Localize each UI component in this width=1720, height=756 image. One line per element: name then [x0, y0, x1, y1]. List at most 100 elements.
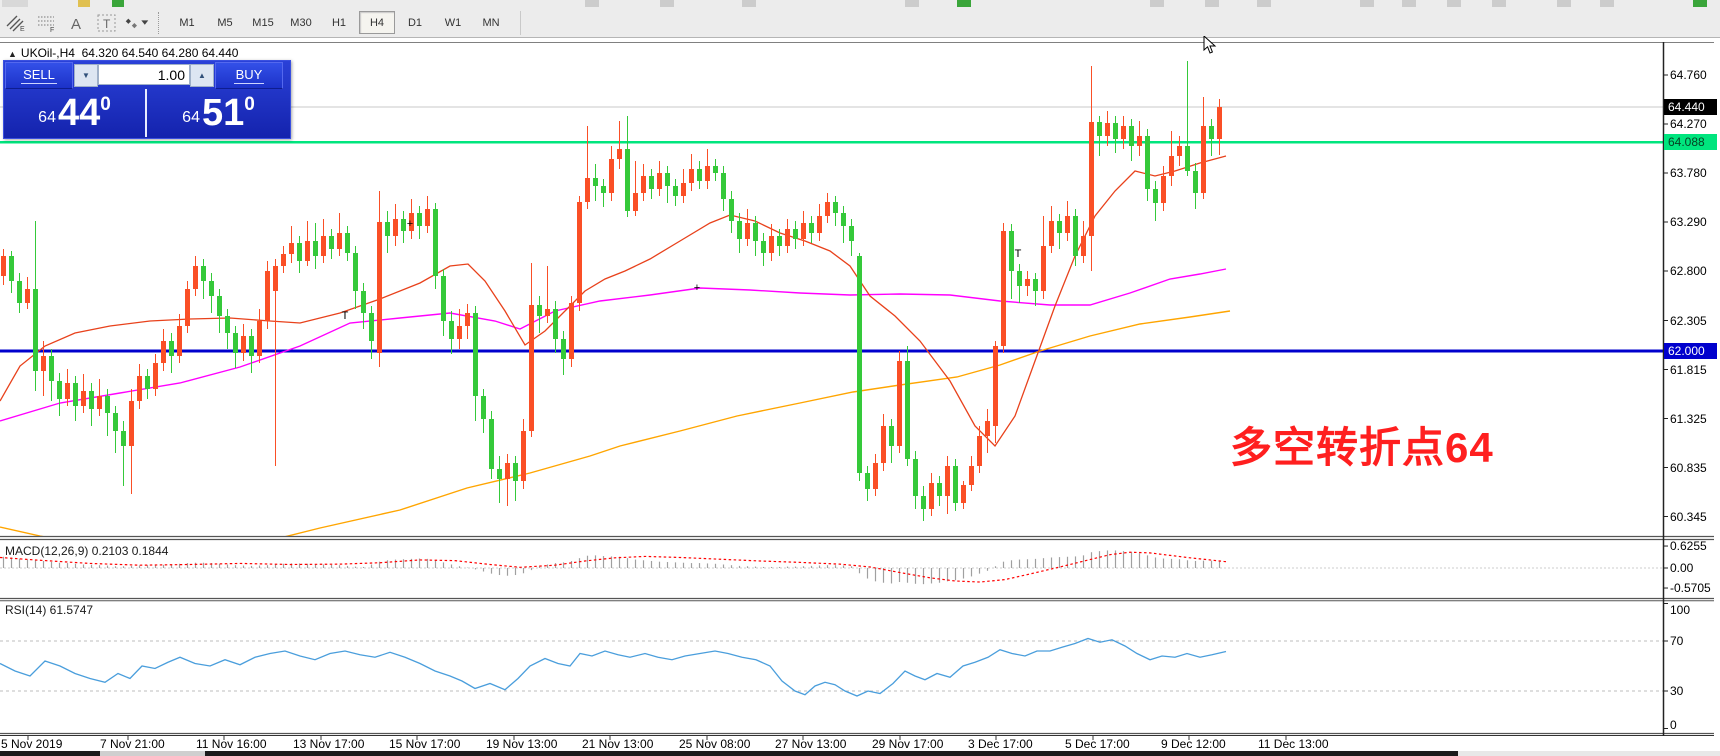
price-axis-label: 61.325: [1670, 412, 1707, 426]
time-axis-label: 11 Nov 16:00: [196, 737, 267, 751]
timeframe-button-d1[interactable]: D1: [397, 11, 433, 34]
price-axis-label: 60.345: [1670, 510, 1707, 524]
cutoff-fragment: [1600, 0, 1614, 7]
macd-axis-label: 0.00: [1670, 561, 1694, 575]
cutoff-fragment: [100, 751, 205, 756]
ohlc-values: 64.320 64.540 64.280 64.440: [81, 46, 239, 60]
price-axis-label: 63.780: [1670, 166, 1707, 180]
timeframe-button-w1[interactable]: W1: [435, 11, 471, 34]
macd-axis-label: -0.5705: [1670, 581, 1711, 595]
time-axis-label: 21 Nov 13:00: [582, 737, 654, 751]
toolbar-separator: [158, 11, 164, 34]
sell-button[interactable]: SELL: [5, 62, 73, 89]
ask-price[interactable]: 64 51 0: [147, 89, 290, 137]
time-axis-label: 5 Dec 17:00: [1065, 737, 1130, 751]
cutoff-fragment: [1205, 0, 1219, 7]
arrows-icon[interactable]: [124, 12, 150, 34]
time-axis-label: 7 Nov 21:00: [100, 737, 165, 751]
price-axis-label: 62.800: [1670, 264, 1707, 278]
cutoff-fragment: [1150, 0, 1164, 7]
buy-button[interactable]: BUY: [215, 62, 283, 89]
collapse-triangle-icon[interactable]: ▲: [8, 49, 17, 59]
time-axis-label: 27 Nov 13:00: [775, 737, 847, 751]
rsi-axis-label: 0: [1670, 718, 1677, 732]
time-axis-label: 9 Dec 12:00: [1161, 737, 1226, 751]
volume-down-button[interactable]: ▼: [74, 64, 98, 87]
bid-price[interactable]: 64 44 0: [4, 89, 147, 137]
timeframe-button-mn[interactable]: MN: [473, 11, 509, 34]
time-axis-label: 5 Nov 2019: [1, 737, 63, 751]
volume-input[interactable]: 1.00: [98, 64, 190, 85]
price-chart-canvas[interactable]: T + + T: [0, 42, 1720, 756]
timeframe-button-m15[interactable]: M15: [245, 11, 281, 34]
svg-text:+: +: [407, 218, 413, 230]
price-axis-label: 64.760: [1670, 68, 1707, 82]
svg-text:T: T: [1015, 248, 1022, 260]
timeframe-button-h1[interactable]: H1: [321, 11, 357, 34]
timeframe-buttons: M1 M5 M15 M30 H1 H4 D1 W1 MN: [168, 11, 510, 34]
cutoff-fragment: [957, 0, 971, 7]
equidistant-channel-icon[interactable]: E: [4, 12, 30, 34]
time-axis-label: 11 Dec 13:00: [1258, 737, 1329, 751]
price-axis-label: 60.835: [1670, 461, 1707, 475]
cutoff-fragment: [0, 751, 100, 756]
rsi-axis-label: 70: [1670, 634, 1684, 648]
time-axis-label: 19 Nov 13:00: [486, 737, 558, 751]
time-axis-label: 29 Nov 17:00: [872, 737, 944, 751]
cutoff-fragment: [2, 0, 28, 7]
cutoff-fragment: [1360, 0, 1374, 7]
one-click-trade-widget: SELL ▼ 1.00 ▲ BUY 64 44 0 64 51 0: [3, 60, 291, 139]
mouse-cursor: [1203, 34, 1217, 56]
svg-text:T: T: [103, 17, 111, 31]
price-axis-label: 63.290: [1670, 215, 1707, 229]
mt4-terminal: { "chrome": { "top_fragments": [ {"x":2,…: [0, 0, 1720, 756]
cutoff-fragment: [1402, 0, 1416, 7]
price-axis-label: 61.815: [1670, 363, 1707, 377]
svg-text:T: T: [342, 310, 349, 322]
chart-window: T + + T ▲ UKOil-,H4 64.320 64.540 64.280 64.…: [0, 34, 1720, 756]
toolbar: E F A T M1 M5 M15 M30 H1 H4 D1 W1 MN: [0, 8, 1720, 38]
cutoff-fragment: [1693, 0, 1707, 7]
rsi-indicator-label: RSI(14) 61.5747: [5, 603, 94, 617]
cutoff-fragment: [585, 0, 599, 7]
chart-title: ▲ UKOil-,H4 64.320 64.540 64.280 64.440: [8, 46, 238, 60]
svg-text:A: A: [71, 16, 81, 32]
chart-annotation-text: 多空转折点64: [1230, 424, 1494, 471]
cutoff-fragment: [1557, 0, 1571, 7]
symbol-period: UKOil-,H4: [20, 46, 75, 60]
macd-indicator-label: MACD(12,26,9) 0.2103 0.1844: [5, 544, 169, 558]
cutoff-fragment: [660, 0, 674, 7]
svg-text:F: F: [50, 27, 54, 32]
text-icon[interactable]: A: [64, 12, 90, 34]
svg-text:E: E: [20, 26, 25, 32]
blue-level-badge: 62.000: [1664, 343, 1717, 359]
timeframe-button-m5[interactable]: M5: [207, 11, 243, 34]
svg-text:+: +: [694, 282, 700, 294]
text-label-icon[interactable]: T: [94, 12, 120, 34]
timeframe-button-m1[interactable]: M1: [169, 11, 205, 34]
cutoff-fragment: [742, 0, 756, 7]
cutoff-fragment: [78, 0, 90, 7]
cutoff-fragment: [1447, 0, 1461, 7]
price-axis-label: 62.305: [1670, 314, 1707, 328]
cutoff-fragment: [1458, 751, 1720, 756]
bottom-cutoff-strip: [0, 751, 1720, 756]
timeframe-button-m30[interactable]: M30: [283, 11, 319, 34]
time-axis-label: 13 Nov 17:00: [293, 737, 365, 751]
rsi-axis-label: 100: [1670, 603, 1691, 617]
rsi-axis-label: 30: [1670, 684, 1684, 698]
volume-up-button[interactable]: ▲: [190, 64, 214, 87]
green-level-badge: 64.088: [1664, 134, 1717, 150]
time-axis-label: 25 Nov 08:00: [679, 737, 751, 751]
fibonacci-icon[interactable]: F: [34, 12, 60, 34]
timeframe-button-h4[interactable]: H4: [359, 11, 395, 34]
toolbar-separator-2: [520, 10, 521, 35]
cutoff-fragment: [1492, 0, 1506, 7]
price-axis-label: 64.270: [1670, 117, 1707, 131]
current-price-badge: 64.440: [1664, 99, 1717, 115]
cutoff-fragment: [905, 0, 919, 7]
cutoff-fragment: [112, 0, 124, 7]
time-axis-label: 15 Nov 17:00: [389, 737, 461, 751]
cutoff-fragment: [1257, 0, 1271, 7]
cutoff-fragment: [205, 751, 1458, 756]
